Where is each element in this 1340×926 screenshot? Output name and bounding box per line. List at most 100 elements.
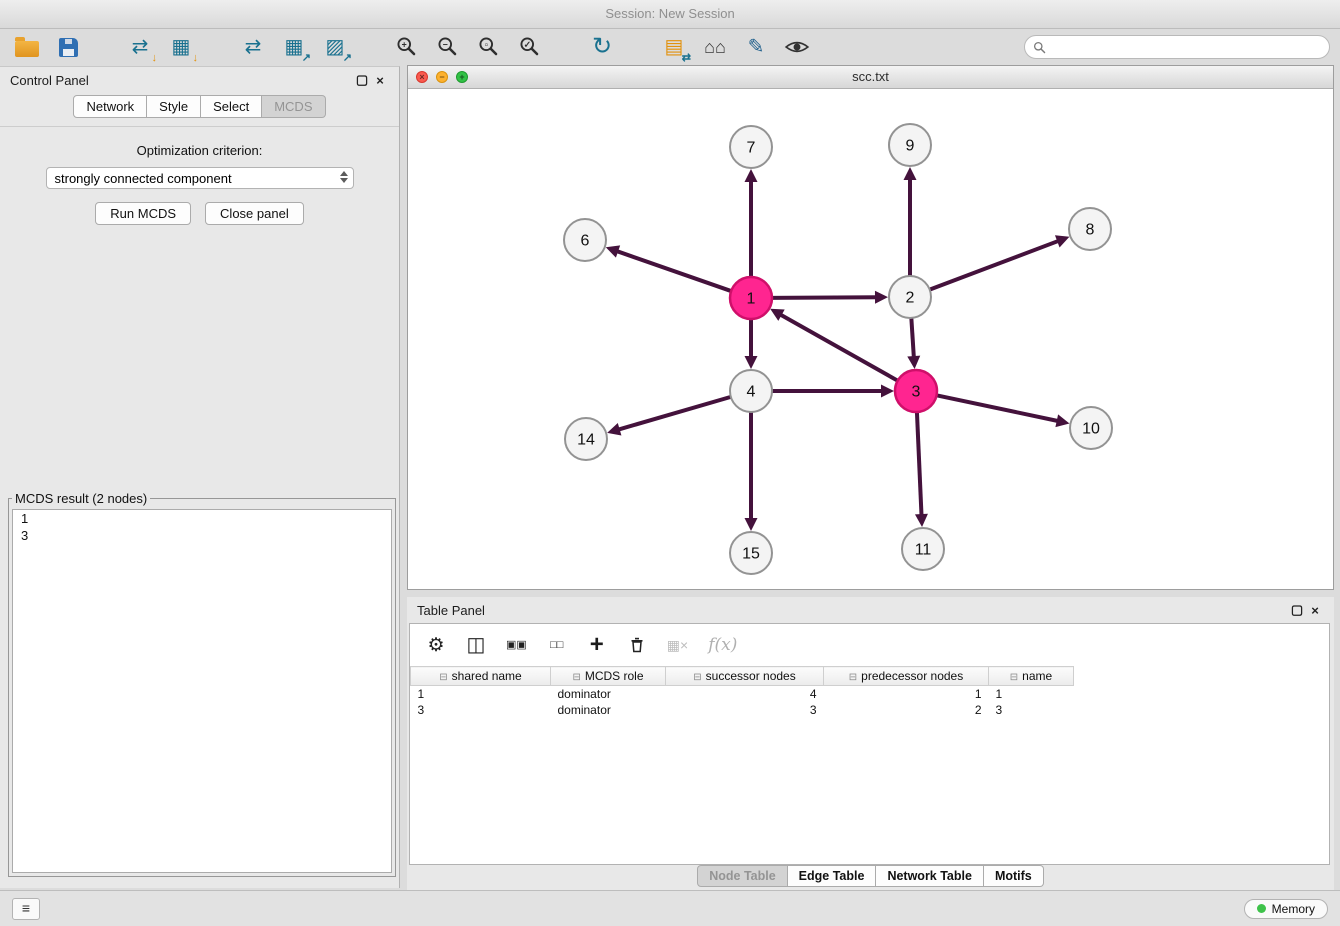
deselect-all-rows-icon[interactable]: □□ — [547, 633, 567, 657]
traffic-lights: ×−+ — [416, 71, 468, 83]
svg-text:+: + — [402, 39, 407, 49]
close-window-icon[interactable]: × — [416, 71, 428, 83]
status-bar: ≡ Memory — [0, 890, 1340, 926]
edge-4-15[interactable] — [745, 412, 758, 531]
zoom-out-icon[interactable]: − — [435, 32, 461, 62]
table-cell: 1 — [989, 686, 1074, 703]
zoom-fit-icon[interactable]: ▫ — [476, 32, 502, 62]
svg-text:−: − — [443, 39, 448, 49]
clone-network-icon[interactable]: ▤⇄ — [661, 32, 687, 62]
edge-4-14[interactable] — [607, 397, 731, 436]
tab-network[interactable]: Network — [73, 95, 147, 118]
control-panel: Control Panel ▢ × NetworkStyleSelectMCDS… — [0, 66, 400, 888]
table-settings-icon[interactable]: ⚙ — [426, 633, 446, 657]
node-2[interactable]: 2 — [889, 276, 931, 318]
table-panel-tabs: Node TableEdge TableNetwork TableMotifs — [407, 865, 1334, 887]
edge-3-11[interactable] — [915, 412, 928, 527]
table-cell: 3 — [989, 702, 1074, 718]
open-session-icon[interactable] — [14, 32, 40, 62]
edge-2-9[interactable] — [904, 167, 917, 276]
node-table: ⊟shared name⊟MCDS role⊟successor nodes⊟p… — [410, 666, 1074, 718]
delete-column-icon[interactable] — [627, 633, 647, 657]
edge-1-6[interactable] — [606, 245, 731, 291]
column-type-icon: ⊟ — [693, 672, 701, 683]
network-canvas[interactable]: 7 9 6 8 1 2 4 3 10 14 15 11 — [408, 88, 1333, 589]
tab-node-table[interactable]: Node Table — [697, 865, 787, 887]
table-cell: 4 — [666, 686, 824, 703]
zoom-window-icon[interactable]: + — [456, 71, 468, 83]
column-header-predecessor-nodes[interactable]: ⊟predecessor nodes — [824, 667, 989, 686]
float-panel-icon[interactable]: ▢ — [353, 72, 371, 88]
search-input[interactable] — [1052, 39, 1321, 56]
show-graphics-details-icon[interactable] — [784, 32, 810, 62]
style-brush-icon[interactable]: ✎ — [743, 32, 769, 62]
node-1[interactable]: 1 — [730, 277, 772, 319]
export-table-icon[interactable]: ▦↗ — [281, 32, 307, 62]
table-row[interactable]: 1dominator411 — [411, 686, 1074, 703]
column-type-icon: ⊟ — [572, 672, 580, 683]
add-column-icon[interactable]: + — [587, 633, 607, 657]
edge-2-8[interactable] — [930, 235, 1070, 289]
edge-3-1[interactable] — [770, 309, 898, 381]
mcds-result-list[interactable]: 13 — [12, 509, 392, 873]
export-image-icon[interactable]: ▨↗ — [322, 32, 348, 62]
svg-text:6: 6 — [581, 233, 590, 250]
float-table-panel-icon[interactable]: ▢ — [1288, 602, 1306, 618]
node-14[interactable]: 14 — [565, 418, 607, 460]
memory-button[interactable]: Memory — [1244, 899, 1328, 919]
node-11[interactable]: 11 — [902, 528, 944, 570]
tab-motifs[interactable]: Motifs — [984, 865, 1044, 887]
tab-select[interactable]: Select — [201, 95, 262, 118]
node-4[interactable]: 4 — [730, 370, 772, 412]
edge-1-2[interactable] — [772, 291, 888, 304]
import-table-icon[interactable]: ▦↓ — [168, 32, 194, 62]
run-mcds-button[interactable]: Run MCDS — [95, 202, 191, 225]
table-cell: 2 — [824, 702, 989, 718]
edge-4-3[interactable] — [772, 385, 894, 398]
column-header-successor-nodes[interactable]: ⊟successor nodes — [666, 667, 824, 686]
tab-edge-table[interactable]: Edge Table — [788, 865, 877, 887]
close-panel-button[interactable]: Close panel — [205, 202, 304, 225]
column-header-shared-name[interactable]: ⊟shared name — [411, 667, 551, 686]
select-all-rows-icon[interactable]: ▣▣ — [506, 633, 527, 657]
minimize-window-icon[interactable]: − — [436, 71, 448, 83]
dropdown-stepper-icon — [340, 171, 348, 183]
search-field[interactable] — [1024, 35, 1330, 59]
zoom-selected-icon[interactable]: ✓ — [517, 32, 543, 62]
tab-mcds[interactable]: MCDS — [262, 95, 325, 118]
column-type-icon: ⊟ — [849, 672, 857, 683]
tab-style[interactable]: Style — [147, 95, 201, 118]
tab-network-table[interactable]: Network Table — [876, 865, 984, 887]
status-menu-icon[interactable]: ≡ — [12, 898, 40, 920]
close-panel-icon[interactable]: × — [371, 73, 389, 88]
edge-1-7[interactable] — [745, 169, 758, 277]
svg-text:8: 8 — [1086, 222, 1095, 239]
column-header-mcds-role[interactable]: ⊟MCDS role — [551, 667, 666, 686]
home-icon[interactable]: ⌂⌂ — [702, 32, 728, 62]
column-header-name[interactable]: ⊟name — [989, 667, 1074, 686]
refresh-view-icon[interactable]: ↻ — [589, 32, 615, 62]
node-3[interactable]: 3 — [895, 370, 937, 412]
mcds-result-fieldset: MCDS result (2 nodes) 13 — [8, 491, 396, 877]
optimization-criterion-dropdown[interactable]: strongly connected component — [46, 167, 354, 189]
svg-text:1: 1 — [747, 291, 756, 308]
edge-2-3[interactable] — [907, 318, 920, 369]
node-8[interactable]: 8 — [1069, 208, 1111, 250]
save-session-icon[interactable] — [55, 32, 81, 62]
edge-1-4[interactable] — [745, 319, 758, 369]
new-network-from-selection-icon[interactable]: ⇄ — [240, 32, 266, 62]
zoom-in-icon[interactable]: + — [394, 32, 420, 62]
node-10[interactable]: 10 — [1070, 407, 1112, 449]
node-7[interactable]: 7 — [730, 126, 772, 168]
close-table-panel-icon[interactable]: × — [1306, 603, 1324, 618]
svg-text:2: 2 — [906, 290, 915, 307]
node-15[interactable]: 15 — [730, 532, 772, 574]
node-6[interactable]: 6 — [564, 219, 606, 261]
network-window-titlebar[interactable]: ×−+ scc.txt — [408, 66, 1333, 89]
table-row[interactable]: 3dominator323 — [411, 702, 1074, 718]
node-9[interactable]: 9 — [889, 124, 931, 166]
show-columns-icon[interactable]: ◫ — [466, 633, 486, 657]
import-network-icon[interactable]: ⇄↓ — [127, 32, 153, 62]
edge-3-10[interactable] — [937, 395, 1070, 427]
svg-text:9: 9 — [906, 138, 915, 155]
